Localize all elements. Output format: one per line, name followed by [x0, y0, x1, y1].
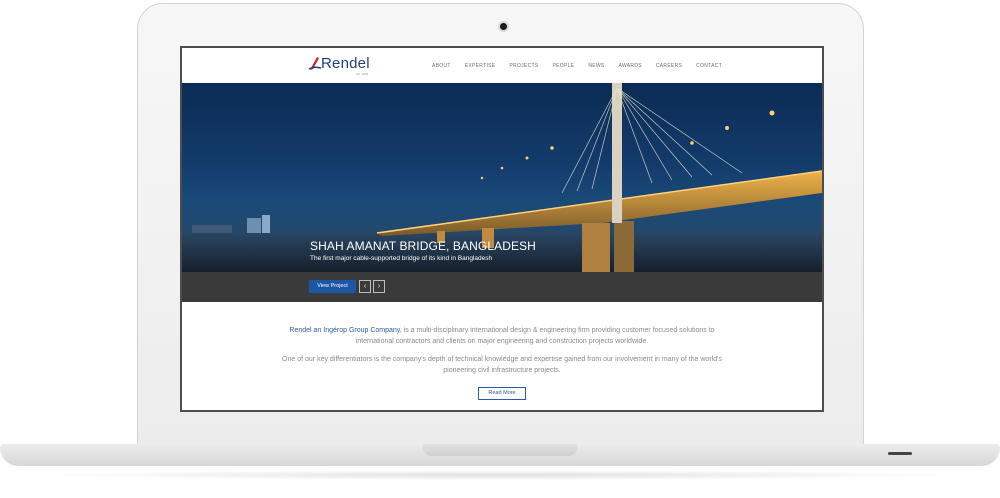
site-header: Rendel est. 1838 ABOUT EXPERTISE PROJECT… [182, 48, 822, 83]
webcam [498, 21, 509, 32]
nav-projects[interactable]: PROJECTS [509, 63, 538, 69]
hero-title: SHAH AMANAT BRIDGE, BANGLADESH [310, 239, 536, 253]
logo-mark-icon [308, 57, 322, 70]
laptop-screen: Rendel est. 1838 ABOUT EXPERTISE PROJECT… [180, 46, 824, 412]
hero-caption-strip [182, 272, 822, 302]
laptop-shadow [30, 470, 970, 480]
hero-title-main: SHAH AMANAT BRIDGE, [310, 239, 450, 253]
intro-section: Rendel an Ingérop Group Company, is a mu… [282, 326, 722, 384]
laptop-base-notch [422, 444, 578, 456]
read-more-button[interactable]: Read More [478, 387, 526, 400]
nav-careers[interactable]: CAREERS [656, 63, 682, 69]
hero-slider: SHAH AMANAT BRIDGE, BANGLADESH The first… [182, 83, 822, 302]
company-link[interactable]: Rendel an Ingérop Group Company [289, 327, 399, 334]
bridge-photo [182, 83, 822, 273]
chevron-left-icon: ‹ [363, 283, 367, 290]
laptop-led [888, 452, 912, 455]
nav-expertise[interactable]: EXPERTISE [465, 63, 496, 69]
logo-text: Rendel [321, 55, 370, 72]
slider-next-button[interactable]: › [373, 280, 385, 293]
nav-about[interactable]: ABOUT [432, 63, 451, 69]
hero-title-location: BANGLADESH [449, 239, 536, 253]
hero-subtitle: The first major cable-supported bridge o… [310, 255, 493, 262]
view-project-button[interactable]: View Project [309, 280, 356, 293]
chevron-right-icon: › [377, 283, 381, 290]
nav-news[interactable]: NEWS [588, 63, 604, 69]
slider-prev-button[interactable]: ‹ [359, 280, 371, 293]
intro-paragraph-1: Rendel an Ingérop Group Company, is a mu… [282, 326, 722, 347]
nav-people[interactable]: PEOPLE [553, 63, 575, 69]
intro-paragraph-2: One of our key differentiators is the co… [282, 356, 722, 374]
logo-tagline: est. 1838 [356, 72, 369, 76]
nav-contact[interactable]: CONTACT [696, 63, 722, 69]
nav-awards[interactable]: AWARDS [619, 63, 642, 69]
main-nav: ABOUT EXPERTISE PROJECTS PEOPLE NEWS AWA… [432, 63, 736, 69]
intro-paragraph-1-text: , is a multi-disciplinary international … [355, 327, 715, 345]
rendel-logo[interactable]: Rendel est. 1838 [308, 55, 372, 77]
